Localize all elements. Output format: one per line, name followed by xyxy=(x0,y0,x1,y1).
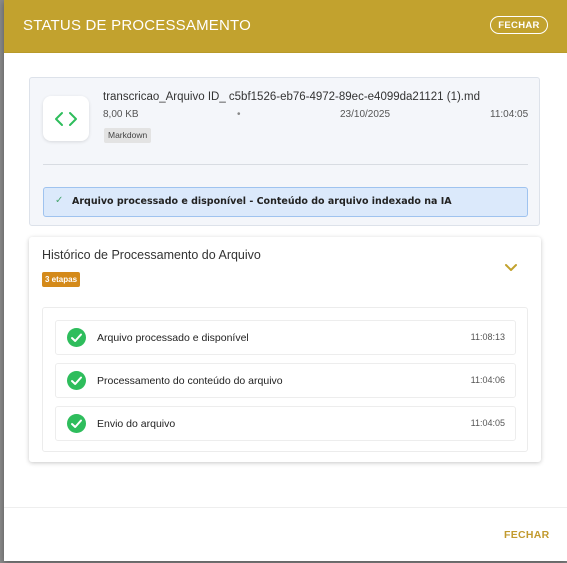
meta-separator: • xyxy=(237,109,241,120)
code-icon xyxy=(43,96,89,141)
processing-history-card: Histórico de Processamento do Arquivo 3 … xyxy=(29,237,541,462)
processing-status-dialog: STATUS DE PROCESSAMENTO FECHAR transcric… xyxy=(4,0,567,561)
dialog-header: STATUS DE PROCESSAMENTO FECHAR xyxy=(4,0,567,53)
step-time: 11:04:05 xyxy=(470,418,505,428)
steps-count-badge: 3 etapas xyxy=(42,272,81,287)
step-time: 11:08:13 xyxy=(470,332,505,342)
step-label: Processamento do conteúdo do arquivo xyxy=(97,375,283,387)
check-circle-icon xyxy=(67,371,86,390)
file-info-card: transcricao_Arquivo ID_ c5bf1526-eb76-49… xyxy=(29,77,540,226)
file-type-chip: Markdown xyxy=(104,128,152,143)
step-label: Arquivo processado e disponível xyxy=(97,332,249,344)
history-title: Histórico de Processamento do Arquivo xyxy=(42,248,261,262)
dialog-title: STATUS DE PROCESSAMENTO xyxy=(23,17,251,34)
footer-close-button[interactable]: FECHAR xyxy=(504,529,550,541)
file-name: transcricao_Arquivo ID_ c5bf1526-eb76-49… xyxy=(103,91,480,103)
step-label: Envio do arquivo xyxy=(97,418,176,430)
status-message: Arquivo processado e disponível - Conteú… xyxy=(72,196,452,207)
file-date: 23/10/2025 xyxy=(340,109,391,120)
history-step: Processamento do conteúdo do arquivo 11:… xyxy=(55,363,516,398)
file-time: 11:04:05 xyxy=(490,109,529,120)
chevron-down-icon[interactable] xyxy=(503,259,519,275)
file-size: 8,00 KB xyxy=(103,109,139,120)
dialog-footer: FECHAR xyxy=(4,507,567,561)
history-step: Envio do arquivo 11:04:05 xyxy=(55,406,516,441)
header-close-button[interactable]: FECHAR xyxy=(490,16,548,34)
check-circle-icon xyxy=(67,328,86,347)
check-icon: ✓ xyxy=(55,195,64,206)
divider xyxy=(43,164,528,165)
status-banner: ✓ Arquivo processado e disponível - Cont… xyxy=(43,187,528,217)
history-step: Arquivo processado e disponível 11:08:13 xyxy=(55,320,516,355)
history-steps-list: Arquivo processado e disponível 11:08:13… xyxy=(42,307,528,452)
check-circle-icon xyxy=(67,414,86,433)
step-time: 11:04:06 xyxy=(470,375,505,385)
